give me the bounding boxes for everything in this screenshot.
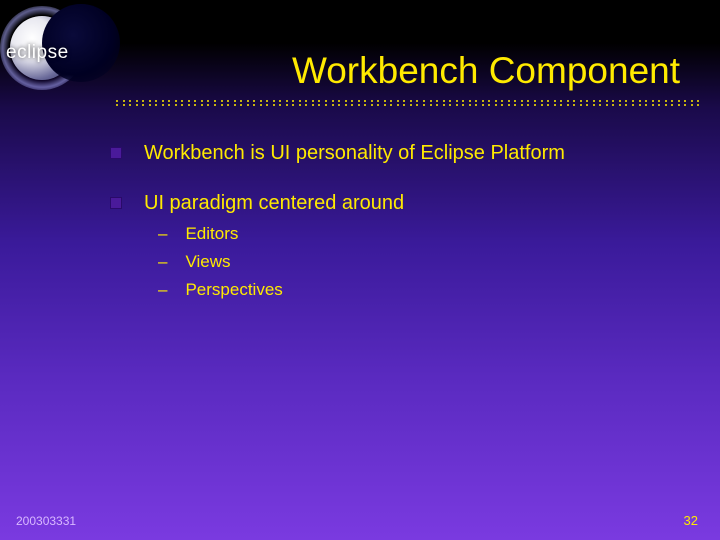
- sub-bullet-item: – Views: [158, 250, 690, 274]
- square-bullet-icon: [110, 197, 122, 209]
- dash-bullet-icon: –: [158, 278, 167, 302]
- sub-bullet-item: – Editors: [158, 222, 690, 246]
- sub-bullet-list: – Editors – Views – Perspectives: [158, 222, 690, 301]
- sub-bullet-item: – Perspectives: [158, 278, 690, 302]
- slide-number: 32: [684, 513, 698, 528]
- dash-bullet-icon: –: [158, 222, 167, 246]
- square-bullet-icon: [110, 147, 122, 159]
- footer-date-code: 200303331: [16, 514, 76, 528]
- eclipse-logo-text: eclipse: [6, 42, 69, 64]
- bullet-item: Workbench is UI personality of Eclipse P…: [110, 140, 690, 166]
- sub-bullet-text: Editors: [185, 222, 238, 246]
- slide: eclipse Workbench Component Workbench is…: [0, 0, 720, 540]
- dash-bullet-icon: –: [158, 250, 167, 274]
- slide-title: Workbench Component: [110, 50, 700, 92]
- sub-bullet-text: Perspectives: [185, 278, 282, 302]
- title-divider: [116, 100, 700, 106]
- bullet-text: UI paradigm centered around: [144, 190, 404, 216]
- eclipse-logo: eclipse: [0, 10, 110, 82]
- bullet-item: UI paradigm centered around: [110, 190, 690, 216]
- sub-bullet-text: Views: [185, 250, 230, 274]
- slide-content: Workbench is UI personality of Eclipse P…: [110, 140, 690, 305]
- bullet-text: Workbench is UI personality of Eclipse P…: [144, 140, 565, 166]
